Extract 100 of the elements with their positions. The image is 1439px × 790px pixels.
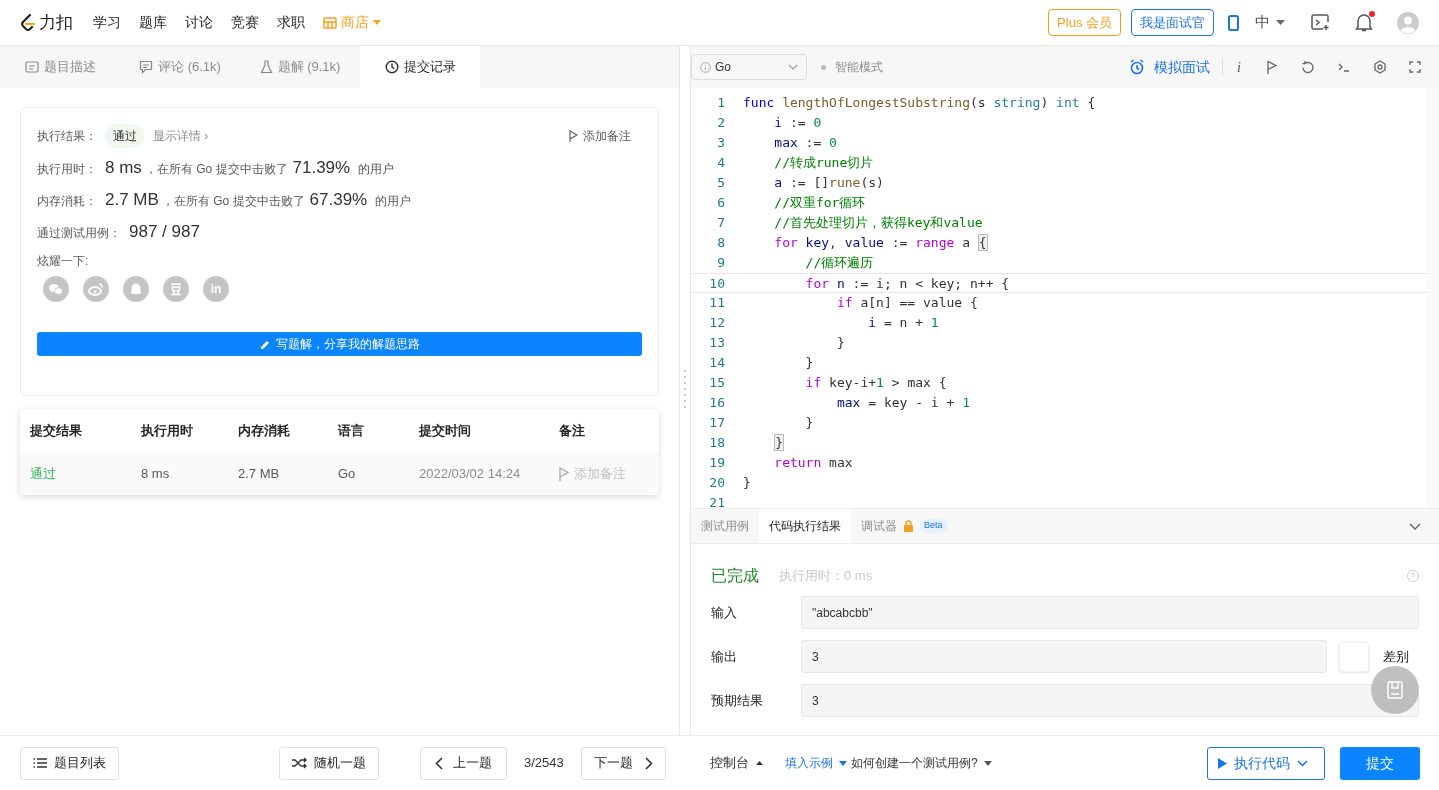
mock-interview-button[interactable]: 模拟面试 [1129, 56, 1211, 78]
logo-icon[interactable] [20, 13, 36, 32]
code-line: for n := i; n < key; n++ { [804, 275, 1010, 292]
nav-link[interactable]: 竞赛 [231, 12, 259, 33]
output-field: 3 [801, 684, 1419, 717]
code-line: //转成rune切片 [773, 154, 874, 172]
settings-icon[interactable] [1373, 60, 1387, 74]
stat-suffix: 的用户 [358, 161, 395, 178]
nav-link[interactable]: 学习 [93, 12, 121, 33]
table-cell: Go [338, 466, 356, 482]
cases-label: 通过测试用例： [37, 225, 122, 242]
caret-icon [839, 760, 847, 766]
line-number: 1 [716, 94, 725, 112]
output-field: 3 [801, 640, 1327, 673]
caret-icon [1276, 20, 1285, 25]
code-line: max := 0 [773, 134, 837, 152]
stat-text: ，在所有 Go 提交中击败了 [161, 193, 305, 210]
console-tab[interactable]: 代码执行结果 [759, 509, 851, 543]
language-dropdown[interactable]: 中 [1255, 11, 1285, 34]
stat-label: 执行用时： [37, 161, 98, 178]
beta-badge: Beta [920, 519, 947, 533]
logo-text[interactable]: 力扣 [39, 9, 73, 36]
list-icon [33, 757, 47, 769]
line-number: 11 [708, 294, 725, 312]
code-line: max = key - i + 1 [835, 394, 970, 412]
tab[interactable]: 提交记录 [360, 46, 480, 88]
chevron-down-icon [788, 64, 798, 70]
line-number: 7 [716, 214, 725, 232]
nav-link[interactable]: 题库 [139, 12, 167, 33]
code-line: } [804, 414, 814, 432]
info-icon [700, 61, 711, 73]
code-line: } [835, 334, 845, 352]
code-line: i := 0 [773, 114, 822, 132]
previous-button[interactable]: 上一题 [420, 746, 507, 780]
shuffle-icon [292, 757, 307, 769]
field-label: 输出 [711, 647, 738, 666]
collapse-icon[interactable] [1409, 522, 1421, 530]
reset-icon[interactable] [1301, 60, 1315, 74]
table-cell: 2.7 MB [238, 466, 280, 482]
save-icon [1387, 681, 1403, 699]
terminal-add-icon[interactable] [1311, 14, 1331, 31]
flag-icon [569, 130, 578, 142]
play-icon [1218, 757, 1227, 769]
line-number: 2 [716, 114, 725, 132]
flag-icon[interactable] [1265, 60, 1279, 74]
column-header: 备注 [559, 423, 585, 439]
random-problem-button[interactable]: 随机一题 [279, 746, 379, 780]
nav-link[interactable]: 求职 [277, 12, 305, 33]
code-line: for key, value := range a { [773, 233, 988, 253]
submit-button[interactable]: 提交 [1340, 746, 1420, 780]
interviewer-button[interactable]: 我是面试官 [1131, 9, 1214, 36]
line-number: 5 [716, 174, 725, 192]
cases-value: 987 / 987 [129, 221, 200, 243]
language-select[interactable]: Go [691, 54, 807, 80]
phone-icon[interactable] [1228, 14, 1239, 31]
bell-icon[interactable] [1355, 13, 1373, 32]
run-code-button[interactable]: 执行代码 [1207, 746, 1325, 780]
line-number: 3 [716, 134, 725, 152]
info-button[interactable]: i [1237, 56, 1241, 78]
details-link[interactable]: 显示详情 › [153, 127, 209, 145]
field-label: 输入 [711, 603, 738, 622]
table-cell: 2022/03/02 14:24 [419, 466, 521, 482]
line-number: 18 [708, 434, 725, 452]
code-line: //双重for循环 [773, 194, 866, 212]
howto-dropdown[interactable]: 如何创建一个测试用例? [851, 754, 992, 772]
line-number: 16 [708, 394, 725, 412]
write-solution-button[interactable]: 写题解，分享我的解题思路 [37, 332, 642, 356]
console-toggle[interactable]: 控制台 [710, 753, 763, 773]
stat-value: 8 ms [105, 157, 142, 179]
chevron-down-icon [1297, 759, 1308, 767]
add-note-button[interactable]: 添加备注 [569, 127, 631, 145]
fill-example-link[interactable]: 填入示例 [785, 754, 847, 772]
code-line: } [743, 474, 751, 492]
run-status: 已完成 [711, 566, 759, 586]
next-button[interactable]: 下一题 [580, 746, 666, 780]
code-line: a := []rune(s) [773, 174, 884, 192]
column-header: 提交时间 [419, 423, 471, 439]
page-indicator: 3/2543 [524, 754, 564, 773]
alarm-clock-icon [1129, 59, 1146, 75]
fullscreen-icon[interactable] [1409, 61, 1421, 73]
line-number: 8 [716, 234, 725, 252]
console-tab[interactable]: 调试器 Beta [851, 509, 957, 543]
column-header: 执行用时 [141, 423, 193, 439]
problem-list-button[interactable]: 题目列表 [20, 746, 119, 780]
pencil-icon [259, 338, 271, 350]
code-line: i = n + 1 [867, 314, 939, 332]
result-label: 执行结果： [37, 128, 98, 145]
chevron-left-icon [435, 756, 443, 770]
table-cell: 8 ms [141, 466, 170, 482]
code-line: if a[n] == value { [835, 294, 978, 312]
line-number: 14 [708, 354, 725, 372]
nav-link[interactable]: 讨论 [185, 12, 213, 33]
line-number: 17 [708, 414, 725, 432]
line-number: 12 [708, 314, 725, 332]
share-label: 炫耀一下: [37, 253, 90, 270]
line-number: 19 [708, 454, 725, 472]
store-icon [323, 16, 337, 29]
caret-icon [373, 20, 381, 25]
code-line: //首先处理切片，获得key和value [773, 214, 983, 232]
line-number: 9 [716, 254, 725, 272]
